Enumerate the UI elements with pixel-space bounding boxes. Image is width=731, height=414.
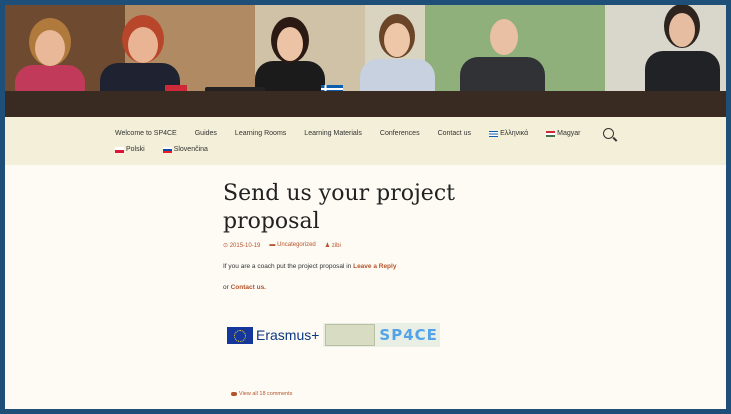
nav-item-learning-rooms[interactable]: Learning Rooms bbox=[235, 130, 286, 137]
browser-frame: Welcome to SP4CE Guides Learning Rooms L… bbox=[5, 5, 726, 409]
sp4ce-logo: SP4CE bbox=[323, 323, 440, 347]
sp4ce-emblem bbox=[325, 324, 376, 346]
author-text: zibi bbox=[331, 243, 341, 249]
leave-a-reply-link[interactable]: Leave a Reply bbox=[353, 263, 396, 270]
nav-item-hungarian[interactable]: Magyar bbox=[546, 130, 581, 137]
comments-link[interactable]: View all 18 comments bbox=[231, 391, 292, 397]
sp4ce-logo-text: SP4CE bbox=[379, 326, 438, 344]
erasmus-plus-logo: Erasmus+ bbox=[256, 327, 320, 343]
partner-logos: Erasmus+ SP4CE bbox=[227, 323, 440, 347]
slovakia-flag-icon bbox=[162, 146, 172, 153]
paragraph-text: If you are a coach put the project propo… bbox=[223, 263, 354, 270]
header-photo bbox=[5, 5, 726, 117]
nav-item-greek[interactable]: Ελληνικά bbox=[489, 130, 528, 137]
nav-label: Ελληνικά bbox=[500, 130, 529, 137]
greece-flag-icon bbox=[489, 130, 499, 137]
post-title[interactable]: Send us your project proposal bbox=[223, 180, 523, 236]
nav-item-welcome[interactable]: Welcome to SP4CE bbox=[115, 130, 177, 137]
nav-label: Guides bbox=[194, 130, 217, 137]
nav-label: Learning Materials bbox=[304, 130, 362, 137]
comment-icon bbox=[231, 392, 237, 396]
nav-item-conferences[interactable]: Conferences bbox=[380, 130, 420, 137]
nav-row-secondary: Polski Slovenčina bbox=[115, 146, 226, 153]
hungary-flag-icon bbox=[546, 130, 556, 137]
conference-table bbox=[5, 91, 726, 117]
eu-flag-icon bbox=[227, 326, 253, 344]
nav-item-polish[interactable]: Polski bbox=[115, 146, 145, 153]
nav-item-learning-materials[interactable]: Learning Materials bbox=[304, 130, 362, 137]
nav-item-guides[interactable]: Guides bbox=[195, 130, 217, 137]
post-paragraph-1: If you are a coach put the project propo… bbox=[223, 263, 523, 270]
nav-label: Contact us bbox=[437, 130, 472, 137]
comments-link-text: View all 18 comments bbox=[239, 391, 293, 397]
nav-item-slovak[interactable]: Slovenčina bbox=[162, 146, 208, 153]
paragraph-text: or bbox=[223, 284, 231, 291]
date-text: 2015-10-19 bbox=[229, 243, 261, 249]
poland-flag-icon bbox=[115, 146, 124, 153]
nav-label: Slovenčina bbox=[173, 146, 208, 153]
category-text: Uncategorized bbox=[277, 242, 316, 248]
main-navigation: Welcome to SP4CE Guides Learning Rooms L… bbox=[5, 117, 726, 165]
nav-label: Learning Rooms bbox=[234, 130, 287, 137]
nav-row-primary: Welcome to SP4CE Guides Learning Rooms L… bbox=[115, 128, 614, 139]
nav-label: Polski bbox=[126, 146, 145, 153]
search-icon[interactable] bbox=[602, 128, 614, 139]
post-author[interactable]: ♟ zibi bbox=[325, 242, 341, 249]
nav-label: Conferences bbox=[379, 130, 420, 137]
post-meta: ⊙ 2015-10-19 ▬ Uncategorized ♟ zibi bbox=[223, 242, 523, 249]
post-content: Send us your project proposal ⊙ 2015-10-… bbox=[223, 180, 523, 291]
post-category[interactable]: ▬ Uncategorized bbox=[269, 242, 315, 249]
post-paragraph-2: or Contact us. bbox=[223, 284, 523, 291]
nav-item-contact-us[interactable]: Contact us bbox=[438, 130, 471, 137]
contact-us-link[interactable]: Contact us. bbox=[231, 284, 266, 291]
post-date[interactable]: ⊙ 2015-10-19 bbox=[223, 242, 260, 249]
nav-label: Magyar bbox=[557, 130, 581, 137]
nav-label: Welcome to SP4CE bbox=[115, 130, 177, 137]
